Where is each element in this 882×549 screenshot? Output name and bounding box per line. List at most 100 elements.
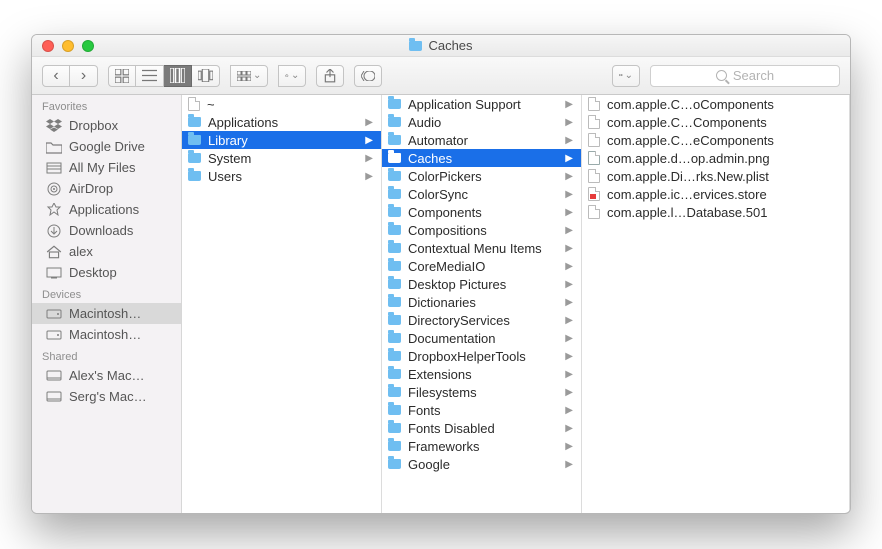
sidebar-item-label: Macintosh…	[69, 327, 141, 342]
sidebar-item[interactable]: Desktop	[32, 262, 181, 283]
column-row[interactable]: Extensions▶	[382, 365, 581, 383]
folder-icon	[188, 171, 201, 181]
column-row[interactable]: Users▶	[182, 167, 381, 185]
column-row[interactable]: Contextual Menu Items▶	[382, 239, 581, 257]
row-label: Caches	[408, 151, 452, 166]
sidebar-item[interactable]: All My Files	[32, 157, 181, 178]
column-row[interactable]: Applications ▶	[182, 113, 381, 131]
folder-icon	[188, 117, 201, 127]
view-coverflow-button[interactable]	[192, 65, 220, 87]
column-row[interactable]: CoreMediaIO▶	[382, 257, 581, 275]
folder-icon	[388, 171, 401, 181]
disclosure-arrow-icon: ▶	[565, 405, 577, 416]
sidebar-section-header: Devices	[32, 283, 181, 303]
window-title: Caches	[32, 38, 850, 53]
column-row[interactable]: ~	[182, 95, 381, 113]
document-icon	[588, 169, 600, 183]
disclosure-arrow-icon: ▶	[565, 387, 577, 398]
column-row[interactable]: System▶	[182, 149, 381, 167]
folder-icon	[388, 207, 401, 217]
disclosure-arrow-icon: ▶	[565, 441, 577, 452]
folder-icon	[388, 153, 401, 163]
column-row[interactable]: Google▶	[382, 455, 581, 473]
sidebar-item-label: alex	[69, 244, 93, 259]
sidebar-item[interactable]: Downloads	[32, 220, 181, 241]
search-placeholder: Search	[733, 68, 774, 83]
folder-icon	[409, 41, 422, 51]
column-row[interactable]: com.apple.l…Database.501	[582, 203, 849, 221]
column-row[interactable]: Audio▶	[382, 113, 581, 131]
sidebar-item-label: Google Drive	[69, 139, 145, 154]
column-row[interactable]: Compositions▶	[382, 221, 581, 239]
column-row[interactable]: Automator▶	[382, 131, 581, 149]
column-2[interactable]: Application Support▶Audio▶Automator▶Cach…	[382, 95, 582, 513]
disclosure-arrow-icon: ▶	[565, 135, 577, 146]
search-field[interactable]: Search	[650, 65, 840, 87]
column-row[interactable]: Caches▶	[382, 149, 581, 167]
sidebar-item[interactable]: Macintosh…	[32, 324, 181, 345]
sidebar-item[interactable]: Dropbox	[32, 115, 181, 136]
folder-icon	[388, 387, 401, 397]
column-row[interactable]: Components▶	[382, 203, 581, 221]
image-icon	[588, 151, 600, 165]
column-row[interactable]: Fonts Disabled▶	[382, 419, 581, 437]
folder-icon	[388, 459, 401, 469]
forward-button[interactable]	[70, 65, 98, 87]
folder-icon	[388, 261, 401, 271]
disclosure-arrow-icon: ▶	[565, 207, 577, 218]
column-row[interactable]: Library▶	[182, 131, 381, 149]
back-button[interactable]	[42, 65, 70, 87]
column-row[interactable]: com.apple.C…Components	[582, 113, 849, 131]
titlebar[interactable]: Caches	[32, 35, 850, 57]
folder-icon	[46, 140, 62, 154]
folder-icon	[388, 297, 401, 307]
sidebar-item-label: Desktop	[69, 265, 117, 280]
disclosure-arrow-icon: ▶	[565, 99, 577, 110]
column-1[interactable]: ~ Applications ▶ Library▶System▶Users▶	[182, 95, 382, 513]
sidebar-item[interactable]: Applications	[32, 199, 181, 220]
column-3[interactable]: com.apple.C…oComponentscom.apple.C…Compo…	[582, 95, 850, 513]
column-row[interactable]: Desktop Pictures▶	[382, 275, 581, 293]
sidebar-item[interactable]: AirDrop	[32, 178, 181, 199]
dropbox-button[interactable]: ⌄	[612, 65, 640, 87]
sidebar-item[interactable]: alex	[32, 241, 181, 262]
disclosure-arrow-icon: ▶	[565, 333, 577, 344]
row-label: Applications	[208, 115, 278, 130]
disclosure-arrow-icon: ▶	[365, 117, 377, 128]
arrange-button[interactable]: ⌄	[230, 65, 268, 87]
sidebar-item[interactable]: Google Drive	[32, 136, 181, 157]
column-row[interactable]: ColorSync▶	[382, 185, 581, 203]
row-label: Frameworks	[408, 439, 480, 454]
column-row[interactable]: Filesystems▶	[382, 383, 581, 401]
row-label: Users	[208, 169, 242, 184]
row-label: com.apple.d…op.admin.png	[607, 151, 770, 166]
view-icon-button[interactable]	[108, 65, 136, 87]
sidebar-item[interactable]: Alex's Mac…	[32, 365, 181, 386]
folder-icon	[388, 351, 401, 361]
column-row[interactable]: com.apple.Di…rks.New.plist	[582, 167, 849, 185]
column-row[interactable]: com.apple.C…oComponents	[582, 95, 849, 113]
column-row[interactable]: DropboxHelperTools▶	[382, 347, 581, 365]
action-button[interactable]: ⌄	[278, 65, 306, 87]
row-label: System	[208, 151, 251, 166]
column-row[interactable]: com.apple.d…op.admin.png	[582, 149, 849, 167]
column-row[interactable]: Dictionaries▶	[382, 293, 581, 311]
column-row[interactable]: DirectoryServices▶	[382, 311, 581, 329]
folder-icon	[388, 279, 401, 289]
apps-icon	[46, 203, 62, 217]
column-row[interactable]: com.apple.ic…ervices.store	[582, 185, 849, 203]
column-row[interactable]: Frameworks ▶	[382, 437, 581, 455]
view-column-button[interactable]	[164, 65, 192, 87]
column-row[interactable]: ColorPickers▶	[382, 167, 581, 185]
column-row[interactable]: com.apple.C…eComponents	[582, 131, 849, 149]
view-list-button[interactable]	[136, 65, 164, 87]
folder-icon	[388, 189, 401, 199]
sidebar-item[interactable]: Serg's Mac…	[32, 386, 181, 407]
column-row[interactable]: Fonts▶	[382, 401, 581, 419]
column-row[interactable]: Application Support▶	[382, 95, 581, 113]
sidebar-item[interactable]: Macintosh…	[32, 303, 181, 324]
share-button[interactable]	[316, 65, 344, 87]
tags-button[interactable]	[354, 65, 382, 87]
column-row[interactable]: Documentation▶	[382, 329, 581, 347]
disclosure-arrow-icon: ▶	[565, 369, 577, 380]
